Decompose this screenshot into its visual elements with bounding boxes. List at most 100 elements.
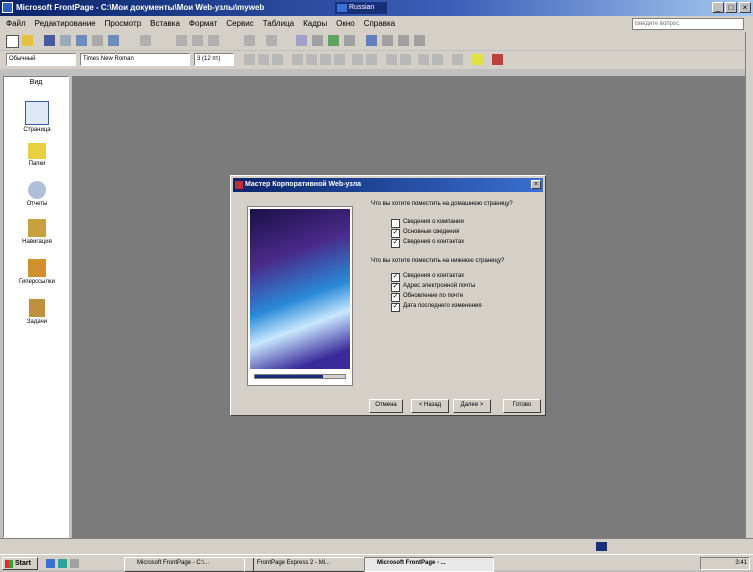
open-folder-icon[interactable] bbox=[22, 35, 33, 46]
clock[interactable]: 3:41 bbox=[735, 560, 747, 566]
drawing-icon[interactable] bbox=[344, 35, 355, 46]
web-component-icon[interactable] bbox=[296, 35, 307, 46]
increase-font-icon[interactable] bbox=[352, 54, 363, 65]
dialog-title-text: Мастер Корпоративной Web-узла bbox=[245, 181, 362, 188]
taskbar: Start Microsoft FrontPage - C:\... Front… bbox=[0, 554, 753, 572]
vertical-scrollbar[interactable] bbox=[745, 32, 753, 538]
maximize-button[interactable]: □ bbox=[725, 2, 737, 13]
copy-icon[interactable] bbox=[192, 35, 203, 46]
view-hyperlinks[interactable]: Гиперссылки bbox=[4, 259, 70, 285]
help-search-input[interactable] bbox=[632, 18, 744, 30]
new-page-icon[interactable] bbox=[6, 35, 19, 48]
view-navigation-label: Навигация bbox=[22, 239, 52, 245]
bullet-list-icon[interactable] bbox=[400, 54, 411, 65]
menu-tools[interactable]: Сервис bbox=[226, 19, 253, 28]
italic-icon[interactable] bbox=[258, 54, 269, 65]
option1-2-label: Сведения о контактах bbox=[403, 239, 465, 245]
tasks-view-icon bbox=[29, 299, 45, 317]
option2-3-checkbox[interactable]: ✓ bbox=[391, 303, 400, 312]
quicklaunch-channels-icon[interactable] bbox=[70, 559, 79, 568]
search-icon[interactable] bbox=[60, 35, 71, 46]
hyperlink-icon[interactable] bbox=[366, 35, 377, 46]
menu-edit[interactable]: Редактирование bbox=[35, 19, 96, 28]
language-indicator[interactable]: Russian bbox=[335, 2, 387, 14]
undo-icon[interactable] bbox=[244, 35, 255, 46]
option1-1-checkbox[interactable]: ✓ bbox=[391, 229, 400, 238]
quicklaunch-desktop-icon[interactable] bbox=[58, 559, 67, 568]
print-icon[interactable] bbox=[92, 35, 103, 46]
save-icon[interactable] bbox=[44, 35, 55, 46]
help-icon[interactable] bbox=[414, 35, 425, 46]
option1-0-checkbox[interactable] bbox=[391, 219, 400, 228]
app-icon bbox=[2, 2, 13, 13]
decrease-indent-icon[interactable] bbox=[418, 54, 429, 65]
view-page[interactable]: Страница bbox=[4, 101, 70, 133]
menu-window[interactable]: Окно bbox=[336, 19, 355, 28]
justify-icon[interactable] bbox=[334, 54, 345, 65]
publish-icon[interactable] bbox=[76, 35, 87, 46]
view-tasks[interactable]: Задачи bbox=[4, 299, 70, 325]
highlight-icon[interactable] bbox=[472, 54, 483, 65]
status-indicator-icon bbox=[596, 542, 607, 551]
close-button[interactable]: × bbox=[739, 2, 751, 13]
font-select[interactable]: Times New Roman bbox=[80, 53, 190, 66]
option2-2-checkbox[interactable]: ✓ bbox=[391, 293, 400, 302]
view-folders[interactable]: Папки bbox=[4, 143, 70, 167]
menu-file[interactable]: Файл bbox=[6, 19, 26, 28]
quicklaunch-ie-icon[interactable] bbox=[46, 559, 55, 568]
option2-1-checkbox[interactable]: ✓ bbox=[391, 283, 400, 292]
standard-toolbar bbox=[0, 32, 753, 50]
navigation-view-icon bbox=[28, 219, 46, 237]
menu-frames[interactable]: Кадры bbox=[303, 19, 327, 28]
paste-icon[interactable] bbox=[208, 35, 219, 46]
start-button[interactable]: Start bbox=[2, 557, 38, 570]
border-icon[interactable] bbox=[452, 54, 463, 65]
wizard-progress-fill bbox=[255, 375, 323, 378]
back-button[interactable]: < Назад bbox=[411, 399, 449, 413]
insert-table-icon[interactable] bbox=[312, 35, 323, 46]
menu-view[interactable]: Просмотр bbox=[105, 19, 142, 28]
show-all-icon[interactable] bbox=[398, 35, 409, 46]
underline-icon[interactable] bbox=[272, 54, 283, 65]
menu-insert[interactable]: Вставка bbox=[150, 19, 180, 28]
font-size-select[interactable]: 3 (12 пт) bbox=[194, 53, 234, 66]
view-navigation[interactable]: Навигация bbox=[4, 219, 70, 245]
question-bottompage: Что вы хотите поместить на нижнюю страни… bbox=[371, 258, 505, 264]
menu-format[interactable]: Формат bbox=[189, 19, 217, 28]
bold-icon[interactable] bbox=[244, 54, 255, 65]
dialog-close-button[interactable]: × bbox=[531, 180, 541, 189]
style-select[interactable]: Обычный bbox=[6, 53, 76, 66]
align-center-icon[interactable] bbox=[306, 54, 317, 65]
menu-help[interactable]: Справка bbox=[364, 19, 395, 28]
menu-table[interactable]: Таблица bbox=[263, 19, 294, 28]
font-value: Times New Roman bbox=[83, 56, 134, 62]
align-left-icon[interactable] bbox=[292, 54, 303, 65]
option1-2-checkbox[interactable]: ✓ bbox=[391, 239, 400, 248]
start-label: Start bbox=[15, 560, 31, 567]
increase-indent-icon[interactable] bbox=[432, 54, 443, 65]
minimize-button[interactable]: _ bbox=[712, 2, 724, 13]
font-color-icon[interactable] bbox=[492, 54, 503, 65]
view-reports-label: Отчеты bbox=[26, 201, 48, 207]
next-button[interactable]: Далее > bbox=[453, 399, 491, 413]
question-homepage: Что вы хотите поместить на домашнюю стра… bbox=[371, 201, 513, 207]
hyperlinks-view-icon bbox=[28, 259, 46, 277]
wizard-image bbox=[250, 209, 350, 369]
insert-picture-icon[interactable] bbox=[328, 35, 339, 46]
cut-icon[interactable] bbox=[176, 35, 187, 46]
windows-logo-icon bbox=[5, 560, 13, 568]
reports-view-icon bbox=[28, 181, 46, 199]
cancel-button[interactable]: Отмена bbox=[369, 399, 403, 413]
spelling-icon[interactable] bbox=[140, 35, 151, 46]
task-frontpage-1-label: Microsoft FrontPage - C:\... bbox=[137, 560, 210, 566]
view-reports[interactable]: Отчеты bbox=[4, 181, 70, 207]
views-bar: Вид Страница Папки Отчеты Навигация Гипе… bbox=[3, 76, 69, 538]
preview-icon[interactable] bbox=[108, 35, 119, 46]
decrease-font-icon[interactable] bbox=[366, 54, 377, 65]
align-right-icon[interactable] bbox=[320, 54, 331, 65]
refresh-icon[interactable] bbox=[382, 35, 393, 46]
option2-0-checkbox[interactable]: ✓ bbox=[391, 273, 400, 282]
redo-icon[interactable] bbox=[266, 35, 277, 46]
numbered-list-icon[interactable] bbox=[386, 54, 397, 65]
finish-button[interactable]: Готово bbox=[503, 399, 541, 413]
